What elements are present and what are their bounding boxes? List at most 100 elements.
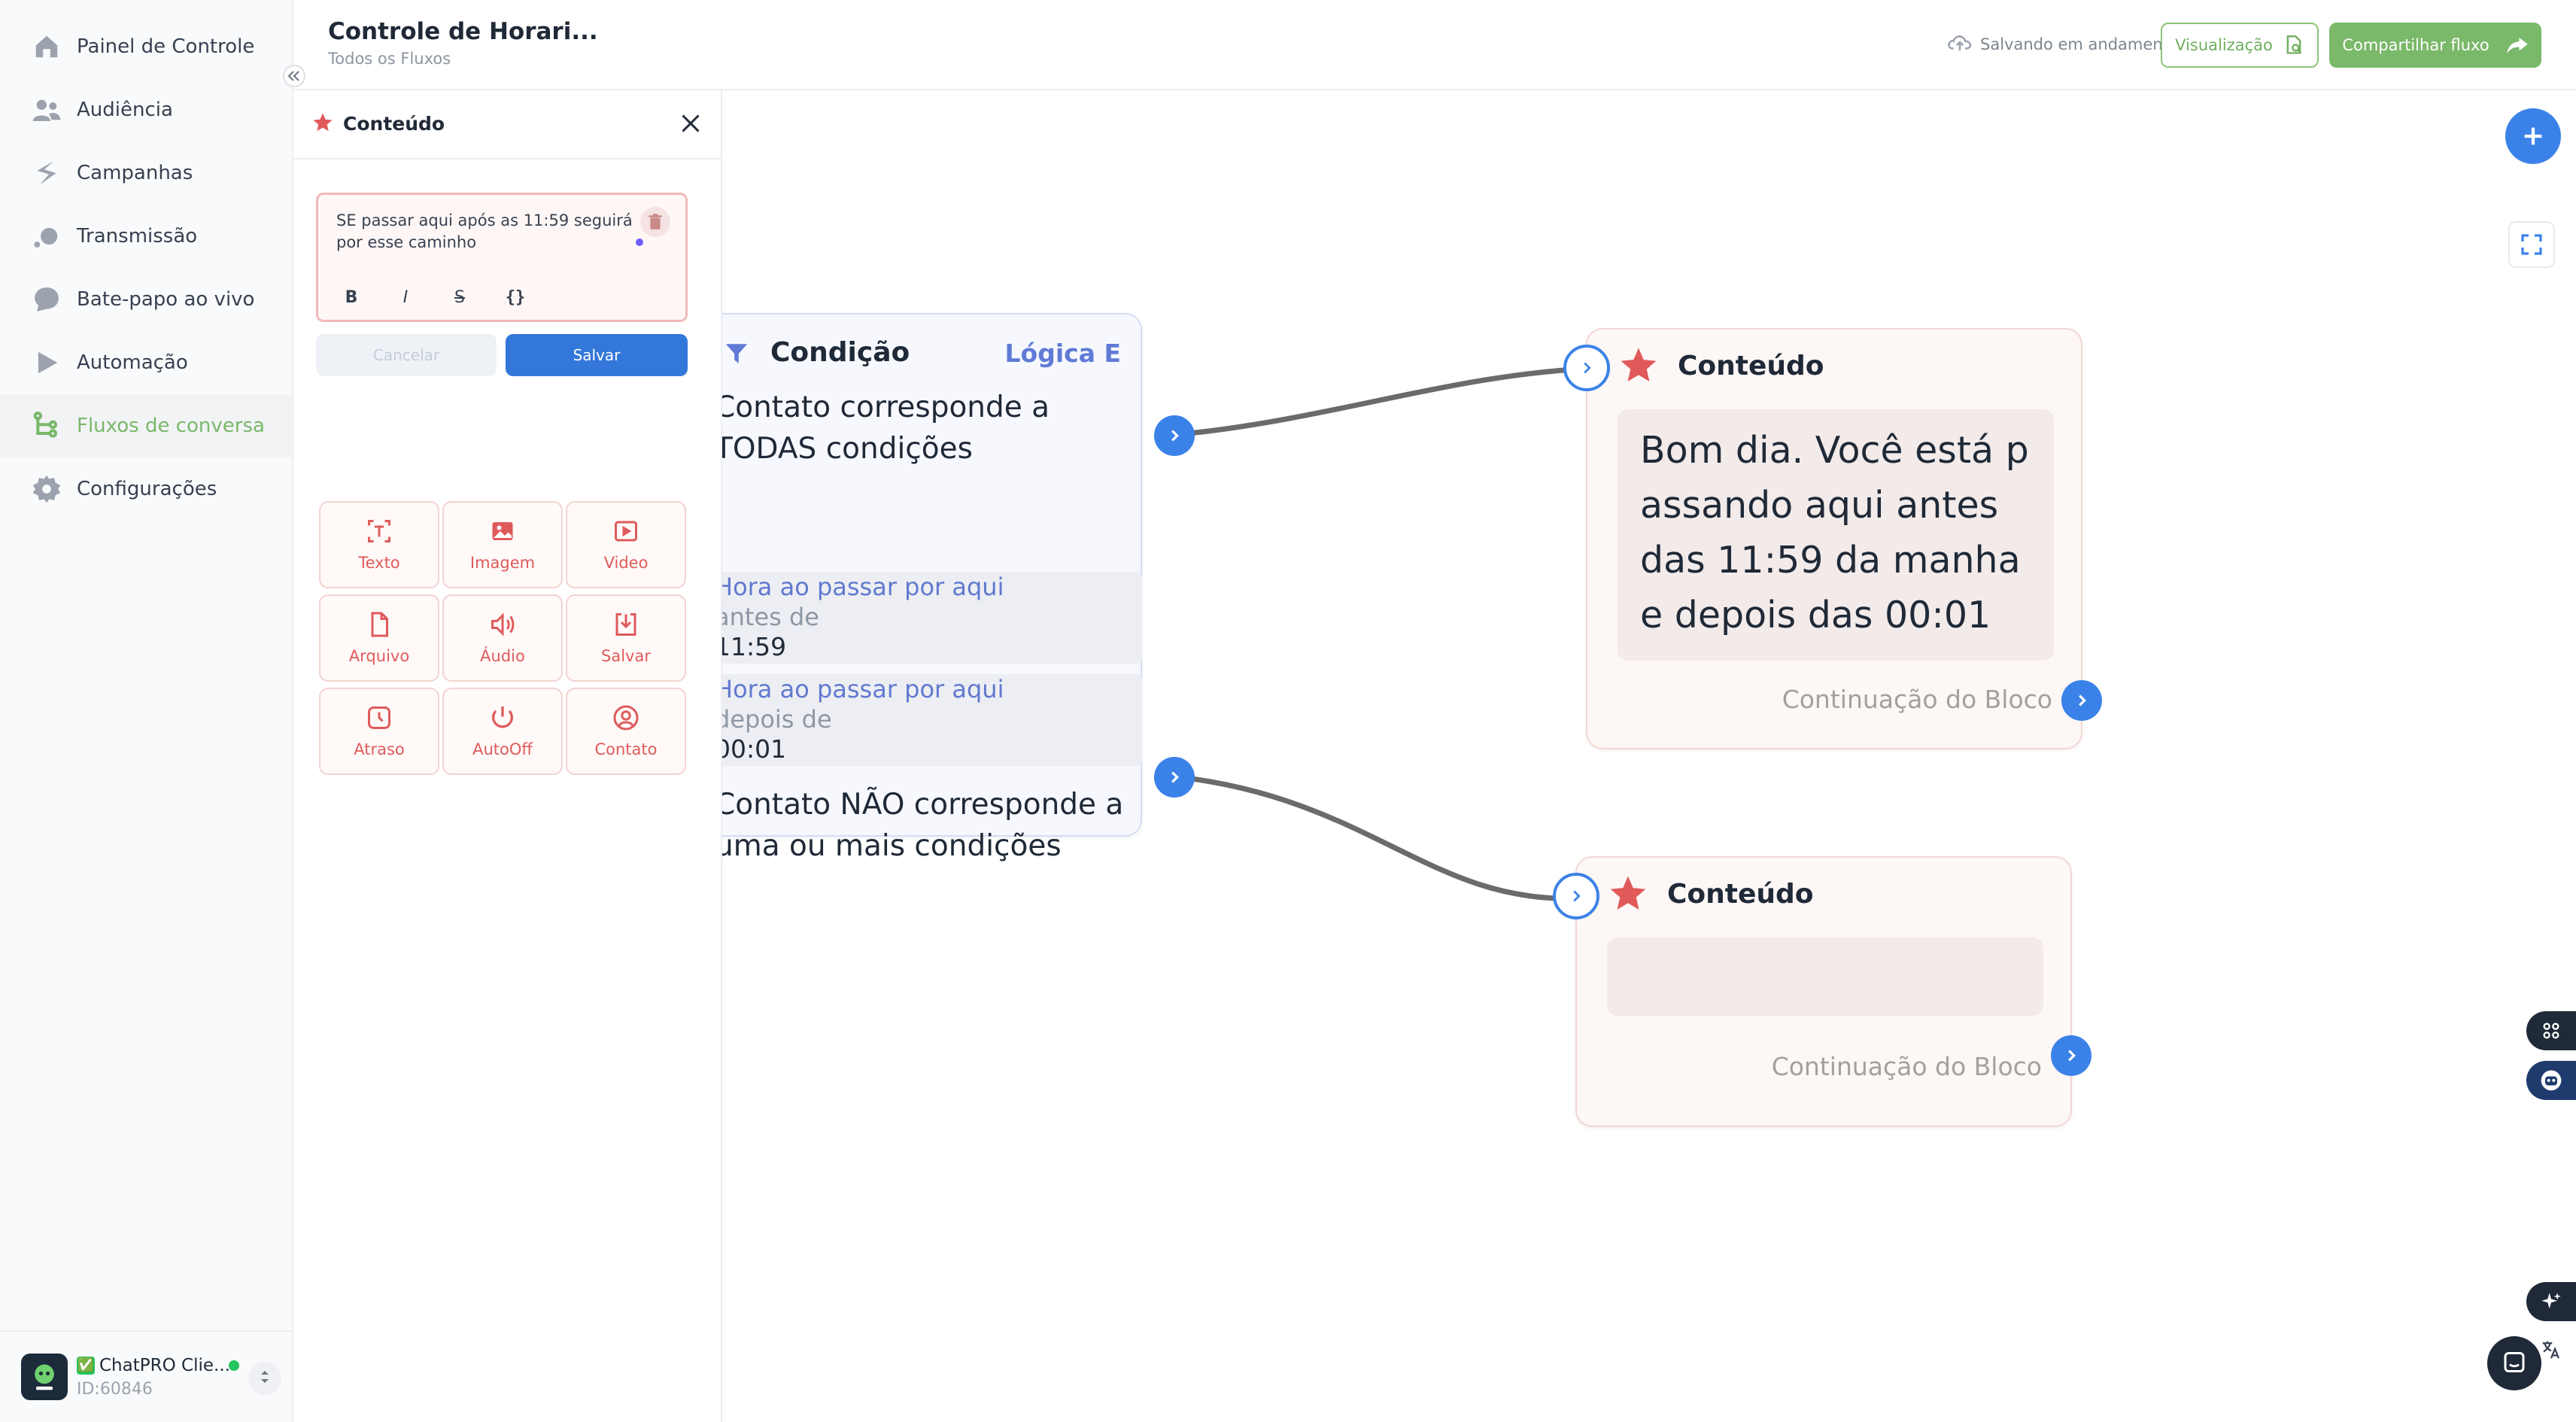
sidebar-item-live-chat[interactable]: Bate-papo ao vivo <box>0 268 292 331</box>
message-text[interactable]: SE passar aqui após as 11:59 seguirá por… <box>336 210 652 254</box>
add-image-button[interactable]: Imagem <box>442 501 563 588</box>
content-input-port[interactable] <box>1563 345 1610 391</box>
flow-icon <box>30 409 63 442</box>
cancel-button[interactable]: Cancelar <box>316 334 497 376</box>
panel-header: Conteúdo <box>293 90 722 160</box>
preview-icon <box>2283 35 2304 56</box>
sidebar-item-label: Automação <box>77 351 188 374</box>
star-icon <box>311 111 334 137</box>
sparkle-icon <box>2541 1291 2562 1312</box>
match-all-text: Contato corresponde a TODAS condições <box>722 390 1050 466</box>
sidebar-item-label: Bate-papo ao vivo <box>77 288 255 311</box>
users-icon <box>30 93 63 126</box>
contact-icon <box>612 704 639 734</box>
add-text-button[interactable]: Texto <box>319 501 439 588</box>
condition-item[interactable]: Hora ao passar por aqui depois de 00:01 <box>722 674 1142 766</box>
preview-button[interactable]: Visualização <box>2161 23 2319 68</box>
logic-mode-label[interactable]: Lógica E <box>1005 339 1122 368</box>
code-button[interactable]: {} <box>500 284 530 311</box>
power-icon <box>489 704 516 734</box>
add-file-button[interactable]: Arquivo <box>319 594 439 682</box>
ai-sparkle-tab[interactable] <box>2526 1282 2576 1321</box>
text-icon <box>366 518 393 548</box>
content-node[interactable]: Conteúdo Bom dia. Você está passando aqu… <box>1586 328 2082 749</box>
strikethrough-button[interactable]: S <box>445 284 475 311</box>
share-flow-label: Compartilhar fluxo <box>2342 36 2489 54</box>
sidebar-item-campaigns[interactable]: Campanhas <box>0 141 292 205</box>
message-editor[interactable]: SE passar aqui após as 11:59 seguirá por… <box>316 193 688 322</box>
sidebar-item-conversation-flows[interactable]: Fluxos de conversa <box>0 394 292 457</box>
cursor-marker <box>636 239 643 246</box>
add-autooff-button[interactable]: AutoOff <box>442 688 563 775</box>
add-audio-button[interactable]: Áudio <box>442 594 563 682</box>
condition-node[interactable]: Condição Lógica E Contato corresponde a … <box>722 313 1142 863</box>
message-bubble[interactable] <box>1607 937 2043 1016</box>
add-save-button[interactable]: Salvar <box>566 594 686 682</box>
sidebar-item-audience[interactable]: Audiência <box>0 78 292 141</box>
chevron-right-icon <box>1166 769 1183 785</box>
chevron-right-icon <box>2063 1047 2079 1064</box>
sidebar-item-label: Audiência <box>77 99 173 121</box>
condition-item[interactable]: Hora ao passar por aqui antes de 11:59 <box>722 572 1142 664</box>
tool-label: Texto <box>358 554 400 572</box>
bold-button[interactable]: B <box>336 284 366 311</box>
broadcast-icon <box>30 220 63 253</box>
sidebar-item-settings[interactable]: Configurações <box>0 457 292 521</box>
delete-message-button[interactable] <box>640 207 670 237</box>
connection-true <box>1173 366 1587 438</box>
assistant-tab[interactable] <box>2526 1061 2576 1100</box>
chevron-up-down-icon <box>257 1368 272 1389</box>
share-flow-button[interactable]: Compartilhar fluxo <box>2329 23 2541 68</box>
filter-icon <box>724 340 749 370</box>
sidebar-item-label: Painel de Controle <box>77 35 255 58</box>
close-icon[interactable] <box>677 110 704 140</box>
content-output-port[interactable] <box>2051 1035 2091 1076</box>
sidebar-item-automation[interactable]: Automação <box>0 331 292 394</box>
support-chat-launcher[interactable] <box>2487 1336 2541 1390</box>
sidebar-item-label: Campanhas <box>77 162 193 184</box>
translate-icon <box>2540 1338 2562 1361</box>
content-output-port[interactable] <box>2061 680 2102 721</box>
condition-label: Hora ao passar por aqui <box>722 573 1004 601</box>
campaign-icon <box>30 156 63 190</box>
bot-icon <box>2539 1068 2563 1092</box>
content-node[interactable]: Conteúdo Continuação do Bloco <box>1575 856 2072 1127</box>
save-button[interactable]: Salvar <box>506 334 688 376</box>
tool-label: AutoOff <box>472 740 533 758</box>
command-icon <box>2541 1020 2562 1041</box>
sidebar-item-label: Fluxos de conversa <box>77 415 265 437</box>
breadcrumb[interactable]: Todos os Fluxos <box>328 50 451 68</box>
collapse-sidebar-button[interactable] <box>283 65 305 87</box>
sidebar-item-dashboard[interactable]: Painel de Controle <box>0 15 292 78</box>
sidebar-item-label: Transmissão <box>77 225 198 248</box>
add-video-button[interactable]: Video <box>566 501 686 588</box>
no-match-text: Contato NÃO corresponde a uma ou mais co… <box>722 788 1124 863</box>
tool-label: Contato <box>594 740 658 758</box>
account-id: ID:60846 <box>77 1379 153 1399</box>
content-title: Conteúdo <box>1678 351 1824 381</box>
condition-false-output-port[interactable] <box>1154 757 1195 798</box>
preview-button-label: Visualização <box>2175 36 2273 54</box>
online-status-dot <box>229 1360 239 1371</box>
condition-true-output-port[interactable] <box>1154 415 1195 456</box>
flow-canvas[interactable]: Condição Lógica E Contato corresponde a … <box>722 90 2576 1422</box>
content-input-port[interactable] <box>1553 873 1599 919</box>
add-node-button[interactable] <box>2505 108 2561 164</box>
tool-label: Arquivo <box>348 647 410 665</box>
account-name: ChatPRO Clie... <box>99 1355 230 1375</box>
sidebar-item-broadcast[interactable]: Transmissão <box>0 205 292 268</box>
account-menu-toggle[interactable] <box>248 1362 281 1395</box>
account-avatar <box>21 1354 68 1400</box>
tool-label: Áudio <box>480 647 525 665</box>
fullscreen-button[interactable] <box>2508 221 2555 268</box>
save-status-text: Salvando em andamento <box>1980 35 2179 53</box>
message-bubble[interactable]: Bom dia. Você está passando aqui antes d… <box>1618 409 2054 661</box>
add-contact-button[interactable]: Contato <box>566 688 686 775</box>
italic-button[interactable]: I <box>390 284 421 311</box>
add-delay-button[interactable]: Atraso <box>319 688 439 775</box>
file-icon <box>366 611 393 641</box>
apps-tab[interactable] <box>2526 1011 2576 1050</box>
sidebar-item-label: Configurações <box>77 478 217 500</box>
chevron-right-icon <box>1578 360 1595 376</box>
connection-false <box>1173 773 1576 901</box>
